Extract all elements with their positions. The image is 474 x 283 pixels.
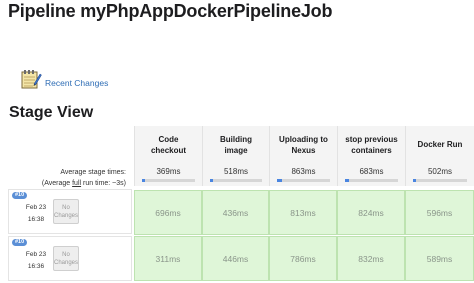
stage-header-code-checkout: Code checkout	[134, 126, 202, 163]
stage-cell-success[interactable]: 832ms	[337, 236, 405, 281]
page-title: Pipeline myPhpAppDockerPipelineJob	[8, 1, 333, 21]
full-run-link[interactable]: full	[72, 180, 81, 187]
avg-time-docker-run: 502ms	[405, 163, 474, 186]
avg-progress-track	[345, 179, 398, 182]
stage-header-docker-run: Docker Run	[405, 126, 474, 163]
avg-progress-fill	[210, 179, 214, 182]
avg-time-code-checkout: 369ms	[134, 163, 202, 186]
stage-cell-success[interactable]: 311ms	[134, 236, 202, 281]
avg-progress-track	[142, 179, 195, 182]
stage-header-label: Uploading to Nexus	[279, 134, 328, 155]
no-changes-box: No Changes	[53, 199, 79, 224]
stage-header-stop-previous-containers: stop previous containers	[337, 126, 405, 163]
build-row: #10 Feb 23 16:36 No Changes	[8, 236, 132, 283]
full-run-suffix: run time: ~3s)	[81, 180, 126, 187]
stage-cell-success[interactable]: 813ms	[269, 190, 337, 235]
notepad-icon	[20, 68, 42, 90]
average-times-label: Average stage times: (Average full run t…	[20, 167, 126, 189]
recent-changes-label: Recent Changes	[45, 78, 109, 88]
build-date: Feb 23 16:38	[19, 203, 53, 224]
full-run-prefix: (Average	[41, 180, 73, 187]
avg-progress-fill	[142, 179, 145, 182]
avg-time-building-image: 518ms	[202, 163, 269, 186]
build-number-badge[interactable]: #10	[12, 192, 28, 199]
stage-cell-success[interactable]: 446ms	[202, 236, 269, 281]
avg-time-value: 683ms	[359, 167, 384, 176]
build-card[interactable]: #10 Feb 23 16:36 No Changes	[8, 236, 132, 281]
avg-time-uploading-to-nexus: 863ms	[269, 163, 337, 186]
build-date: Feb 23 16:36	[19, 250, 53, 271]
build-card[interactable]: #10 Feb 23 16:38 No Changes	[8, 189, 132, 234]
avg-time-value: 502ms	[427, 167, 452, 176]
stage-cell-success[interactable]: 589ms	[405, 236, 474, 281]
stage-header-label: Building image	[220, 134, 252, 155]
avg-progress-track	[413, 179, 467, 182]
stage-cell-success[interactable]: 596ms	[405, 190, 474, 235]
build-row: #10 Feb 23 16:38 No Changes	[8, 189, 132, 236]
avg-progress-track	[277, 179, 330, 182]
avg-progress-fill	[345, 179, 350, 182]
average-stage-times-text: Average stage times:	[60, 169, 126, 176]
avg-progress-fill	[413, 179, 417, 182]
build-date-day: Feb 23	[25, 251, 47, 258]
build-date-time: 16:36	[27, 263, 45, 270]
stage-cell-success[interactable]: 786ms	[269, 236, 337, 281]
recent-changes-link[interactable]: Recent Changes	[20, 66, 108, 90]
avg-time-value: 863ms	[291, 167, 316, 176]
stage-cell-success[interactable]: 436ms	[202, 190, 269, 235]
stage-header-label: Docker Run	[417, 140, 463, 149]
stage-header-label: stop previous containers	[345, 134, 398, 155]
stage-header-uploading-to-nexus: Uploading to Nexus	[269, 126, 337, 163]
avg-time-value: 369ms	[156, 167, 181, 176]
build-date-time: 16:38	[27, 216, 45, 223]
no-changes-box: No Changes	[53, 246, 79, 271]
build-number-badge[interactable]: #10	[12, 239, 28, 246]
stage-cell-success[interactable]: 696ms	[134, 190, 202, 235]
stage-header-label: Code checkout	[150, 134, 187, 155]
section-title-stage-view: Stage View	[9, 104, 94, 121]
avg-time-value: 518ms	[223, 167, 248, 176]
avg-time-stop-previous-containers: 683ms	[337, 163, 405, 186]
stage-view-table: Average stage times: (Average full run t…	[0, 0, 474, 282]
avg-progress-fill	[277, 179, 283, 182]
stage-cell-success[interactable]: 824ms	[337, 190, 405, 235]
avg-progress-track	[210, 179, 262, 182]
stage-header-building-image: Building image	[202, 126, 269, 163]
build-date-day: Feb 23	[25, 204, 47, 211]
